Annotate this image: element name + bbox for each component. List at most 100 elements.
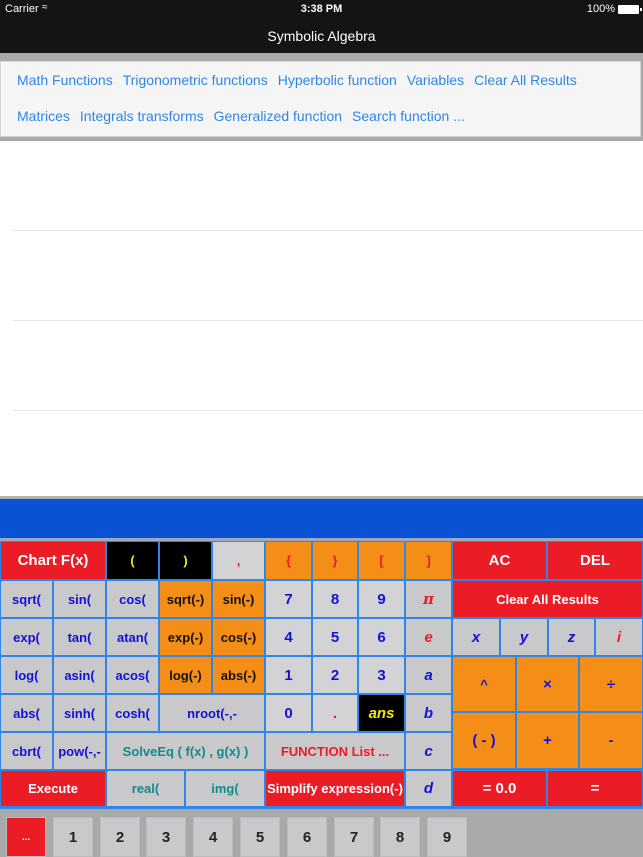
var-a-button[interactable]: a [405,656,452,694]
tab-1[interactable]: 1 [53,817,93,857]
power-button[interactable]: ^ [452,656,516,712]
var-c-button[interactable]: c [405,732,452,770]
digit-5-button[interactable]: 5 [312,618,358,656]
cos-neg-button[interactable]: cos(-) [212,618,265,656]
imaginary-i-button[interactable]: i [595,618,643,656]
decimal-point-button[interactable]: . [312,694,358,732]
cbrt-button[interactable]: cbrt( [0,732,53,770]
tab-7[interactable]: 7 [334,817,374,857]
atan-button[interactable]: atan( [106,618,159,656]
menu-variables[interactable]: Variables [407,72,464,92]
comma-button[interactable]: , [212,541,265,580]
divide-button[interactable]: ÷ [579,656,643,712]
simplify-expression-button[interactable]: Simplify expression(-) [265,770,405,807]
var-z-button[interactable]: z [548,618,595,656]
exp-button[interactable]: exp( [0,618,53,656]
tab-6[interactable]: 6 [287,817,327,857]
function-list-button[interactable]: FUNCTION List ... [265,732,405,770]
euler-e-button[interactable]: e [405,618,452,656]
plus-button[interactable]: + [516,712,579,769]
menu-trigonometric-functions[interactable]: Trigonometric functions [123,72,268,92]
app-root: Carrier ≈ 3:38 PM 100% Symbolic Algebra … [0,0,643,857]
sin-button[interactable]: sin( [53,580,106,618]
var-b-button[interactable]: b [405,694,452,732]
menu-integrals-transforms[interactable]: Integrals transforms [80,108,204,128]
result-row-separator [13,230,643,231]
menu-search-function[interactable]: Search function ... [352,108,465,128]
sqrt-neg-button[interactable]: sqrt(-) [159,580,212,618]
ans-button[interactable]: ans [358,694,405,732]
log-button[interactable]: log( [0,656,53,694]
tab-more[interactable]: ... [6,817,46,857]
menu-hyperbolic-function[interactable]: Hyperbolic function [278,72,397,92]
var-y-button[interactable]: y [500,618,548,656]
ac-button[interactable]: AC [452,541,547,580]
var-x-button[interactable]: x [452,618,500,656]
digit-7-button[interactable]: 7 [265,580,312,618]
digit-8-button[interactable]: 8 [312,580,358,618]
tab-2[interactable]: 2 [100,817,140,857]
tab-4[interactable]: 4 [193,817,233,857]
del-button[interactable]: DEL [547,541,643,580]
menu-clear-all-results[interactable]: Clear All Results [474,72,577,92]
evaluate-result-button[interactable]: = 0.0 [452,770,547,807]
execute-button[interactable]: Execute [0,770,106,807]
digit-6-button[interactable]: 6 [358,618,405,656]
menu-generalized-function[interactable]: Generalized function [214,108,342,128]
solve-equation-button[interactable]: SolveEq ( f(x) , g(x) ) [106,732,265,770]
log-neg-button[interactable]: log(-) [159,656,212,694]
status-time: 3:38 PM [300,3,343,15]
page-tabs: ... 1 2 3 4 5 6 7 8 9 [0,807,643,857]
sin-neg-button[interactable]: sin(-) [212,580,265,618]
img-button[interactable]: img( [185,770,265,807]
multiply-button[interactable]: × [516,656,579,712]
menu-math-functions[interactable]: Math Functions [17,72,113,92]
left-bracket-button[interactable]: [ [358,541,405,580]
right-paren-button[interactable]: ) [159,541,212,580]
digit-1-button[interactable]: 1 [265,656,312,694]
exp-neg-button[interactable]: exp(-) [159,618,212,656]
negate-button[interactable]: ( - ) [452,712,516,769]
result-row-separator [13,320,643,321]
menu-matrices[interactable]: Matrices [17,108,70,128]
left-brace-button[interactable]: { [265,541,312,580]
cos-button[interactable]: cos( [106,580,159,618]
digit-4-button[interactable]: 4 [265,618,312,656]
minus-button[interactable]: - [579,712,643,769]
digit-9-button[interactable]: 9 [358,580,405,618]
tab-5[interactable]: 5 [240,817,280,857]
function-menu-container: Math Functions Trigonometric functions H… [0,53,643,141]
digit-0-button[interactable]: 0 [265,694,312,732]
result-row-separator [13,410,643,411]
tan-button[interactable]: tan( [53,618,106,656]
nroot-button[interactable]: nroot(-,- [159,694,265,732]
asin-button[interactable]: asin( [53,656,106,694]
tab-9[interactable]: 9 [427,817,467,857]
tab-8[interactable]: 8 [380,817,420,857]
results-list[interactable] [0,141,643,496]
sqrt-button[interactable]: sqrt( [0,580,53,618]
expression-input[interactable] [0,499,643,538]
left-paren-button[interactable]: ( [106,541,159,580]
pow-button[interactable]: pow(-,- [53,732,106,770]
right-brace-button[interactable]: } [312,541,358,580]
menu-row-2: Matrices Integrals transforms Generalize… [17,108,465,128]
cosh-button[interactable]: cosh( [106,694,159,732]
abs-button[interactable]: abs( [0,694,53,732]
right-bracket-button[interactable]: ] [405,541,452,580]
equals-button[interactable]: = [547,770,643,807]
sinh-button[interactable]: sinh( [53,694,106,732]
digit-3-button[interactable]: 3 [358,656,405,694]
clear-all-results-button[interactable]: Clear All Results [452,580,643,618]
chart-fx-button[interactable]: Chart F(x) [0,541,106,580]
acos-button[interactable]: acos( [106,656,159,694]
page-title: Symbolic Algebra [267,28,376,44]
keypad: Chart F(x) ( ) , { } [ ] AC DEL sqrt( si… [0,541,643,807]
abs-neg-button[interactable]: abs(-) [212,656,265,694]
pi-button[interactable]: π [405,580,452,618]
battery-icon [618,5,642,14]
tab-3[interactable]: 3 [146,817,186,857]
digit-2-button[interactable]: 2 [312,656,358,694]
real-button[interactable]: real( [106,770,185,807]
var-d-button[interactable]: d [405,770,452,807]
